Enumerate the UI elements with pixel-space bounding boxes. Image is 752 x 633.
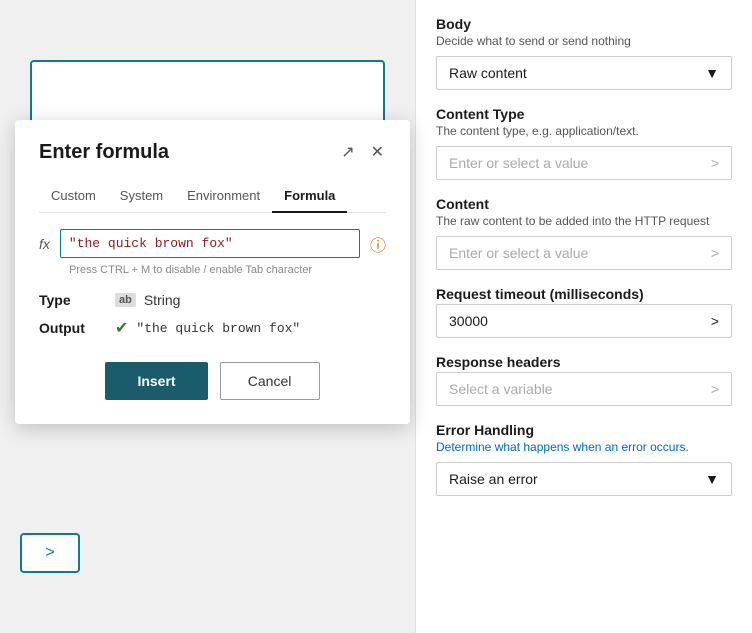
response-headers-placeholder: Select a variable bbox=[449, 381, 553, 397]
modal-tabs: Custom System Environment Formula bbox=[39, 180, 386, 213]
timeout-section: Request timeout (milliseconds) 30000 > bbox=[436, 286, 732, 338]
info-icon[interactable]: ⓘ bbox=[370, 232, 386, 256]
left-panel: ⋮ > Enter formula ↗ ✕ Custom System Envi… bbox=[0, 0, 415, 633]
type-output-section: Type ab String Output ✔ "the quick brown… bbox=[39, 292, 386, 338]
type-text: String bbox=[144, 292, 181, 308]
fx-label: fx bbox=[39, 236, 50, 252]
type-value: ab String bbox=[115, 292, 180, 308]
right-panel: Body Decide what to send or send nothing… bbox=[415, 0, 752, 633]
content-label: Content bbox=[436, 196, 732, 212]
ctrl-hint: Press CTRL + M to disable / enable Tab c… bbox=[69, 264, 386, 276]
content-type-placeholder: Enter or select a value bbox=[449, 155, 588, 171]
content-type-chevron-right-icon: > bbox=[711, 155, 719, 171]
response-headers-section: Response headers Select a variable > bbox=[436, 354, 732, 406]
arrow-box[interactable]: > bbox=[20, 533, 80, 573]
tab-system[interactable]: System bbox=[108, 180, 175, 213]
tab-environment[interactable]: Environment bbox=[175, 180, 272, 213]
response-headers-field[interactable]: Select a variable > bbox=[436, 372, 732, 406]
output-row: Output ✔ "the quick brown fox" bbox=[39, 318, 386, 338]
insert-button[interactable]: Insert bbox=[105, 362, 207, 400]
string-icon: ab bbox=[115, 293, 136, 307]
expand-icon: ↗ bbox=[341, 142, 354, 162]
modal-header: Enter formula ↗ ✕ bbox=[39, 140, 386, 164]
output-value-container: ✔ "the quick brown fox" bbox=[115, 318, 300, 338]
body-section: Body Decide what to send or send nothing… bbox=[436, 16, 732, 90]
response-headers-chevron-right-icon: > bbox=[711, 381, 719, 397]
timeout-field[interactable]: 30000 > bbox=[436, 304, 732, 338]
timeout-label: Request timeout (milliseconds) bbox=[436, 286, 732, 302]
formula-input[interactable] bbox=[60, 229, 360, 258]
body-label: Body bbox=[436, 16, 732, 32]
body-dropdown[interactable]: Raw content ▼ bbox=[436, 56, 732, 90]
body-desc: Decide what to send or send nothing bbox=[436, 34, 732, 48]
error-handling-chevron-down-icon: ▼ bbox=[705, 471, 719, 487]
close-button[interactable]: ✕ bbox=[369, 140, 386, 164]
tab-formula[interactable]: Formula bbox=[272, 180, 347, 213]
timeout-value: 30000 bbox=[449, 313, 488, 329]
error-handling-section: Error Handling Determine what happens wh… bbox=[436, 422, 732, 496]
content-type-field[interactable]: Enter or select a value > bbox=[436, 146, 732, 180]
error-handling-desc: Determine what happens when an error occ… bbox=[436, 440, 732, 454]
tab-custom[interactable]: Custom bbox=[39, 180, 108, 213]
content-desc: The raw content to be added into the HTT… bbox=[436, 214, 732, 228]
content-field[interactable]: Enter or select a value > bbox=[436, 236, 732, 270]
cancel-button[interactable]: Cancel bbox=[220, 362, 320, 400]
timeout-chevron-right-icon: > bbox=[711, 313, 719, 329]
content-section: Content The raw content to be added into… bbox=[436, 196, 732, 270]
close-icon: ✕ bbox=[371, 142, 384, 162]
modal-title: Enter formula bbox=[39, 141, 169, 164]
error-handling-selected-value: Raise an error bbox=[449, 471, 538, 487]
content-type-section: Content Type The content type, e.g. appl… bbox=[436, 106, 732, 180]
check-circle-icon: ✔ bbox=[115, 318, 128, 338]
body-chevron-down-icon: ▼ bbox=[705, 65, 719, 81]
body-selected-value: Raw content bbox=[449, 65, 527, 81]
arrow-right-icon: > bbox=[45, 544, 54, 562]
error-handling-dropdown[interactable]: Raise an error ▼ bbox=[436, 462, 732, 496]
expand-button[interactable]: ↗ bbox=[339, 140, 356, 164]
type-label: Type bbox=[39, 292, 99, 308]
content-placeholder: Enter or select a value bbox=[449, 245, 588, 261]
content-type-desc: The content type, e.g. application/text. bbox=[436, 124, 732, 138]
enter-formula-modal: Enter formula ↗ ✕ Custom System Environm… bbox=[15, 120, 410, 424]
type-row: Type ab String bbox=[39, 292, 386, 308]
modal-actions: Insert Cancel bbox=[39, 362, 386, 400]
formula-input-area: fx ⓘ bbox=[39, 229, 386, 258]
content-type-label: Content Type bbox=[436, 106, 732, 122]
response-headers-label: Response headers bbox=[436, 354, 732, 370]
modal-icons: ↗ ✕ bbox=[339, 140, 386, 164]
output-label: Output bbox=[39, 320, 99, 336]
error-handling-label: Error Handling bbox=[436, 422, 732, 438]
output-value: "the quick brown fox" bbox=[136, 321, 300, 336]
content-chevron-right-icon: > bbox=[711, 245, 719, 261]
